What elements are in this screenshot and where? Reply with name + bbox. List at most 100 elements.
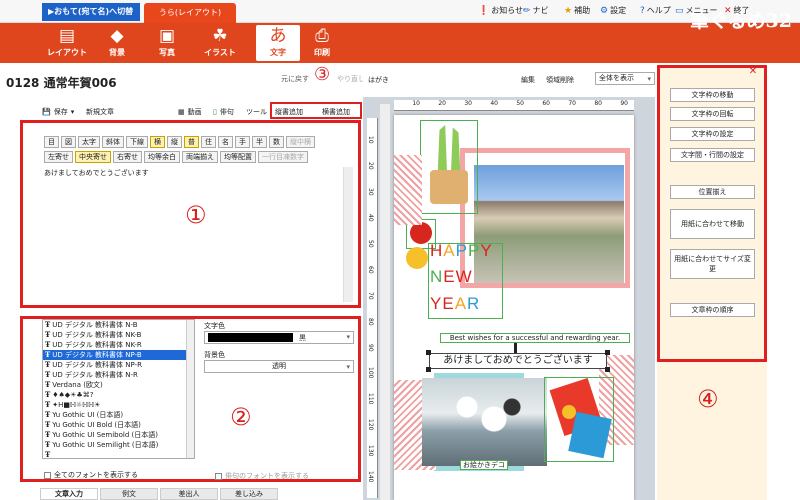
close-icon[interactable]: ✕ xyxy=(748,67,758,77)
font-list-item[interactable]: Ŧ UD デジタル 教科書体 NK-R xyxy=(43,340,194,350)
zoom-select[interactable]: 全体を表示 ▾ xyxy=(595,72,655,85)
format-button[interactable]: 手 xyxy=(235,136,250,148)
resize-handle[interactable] xyxy=(605,350,610,355)
font-list-item[interactable]: Ŧ UD デジタル 教科書体 N-B xyxy=(43,320,194,330)
bottom-tab[interactable]: 文章入力 xyxy=(40,488,98,500)
redo-button[interactable]: やり直し xyxy=(337,74,365,84)
resize-handle[interactable] xyxy=(426,367,431,372)
english-greeting[interactable]: Best wishes for a successful and rewardi… xyxy=(440,333,630,343)
undo-button[interactable]: 元に戻す xyxy=(281,74,309,84)
format-button[interactable]: 数 xyxy=(269,136,284,148)
rotate-handle[interactable] xyxy=(514,343,517,353)
horizontal-add-button[interactable]: 横書追加 xyxy=(322,107,350,117)
font-name: UD デジタル 教科書体 NK-R xyxy=(52,341,142,349)
truetype-icon: Ŧ xyxy=(45,380,51,389)
letter: Y xyxy=(480,241,493,260)
font-list-item[interactable]: Ŧ UD デジタル 教科書体 NP-R xyxy=(43,360,194,370)
frame-action-button[interactable]: 文字枠の設定 xyxy=(670,127,755,141)
font-list[interactable]: Ŧ UD デジタル 教科書体 N-B Ŧ UD デジタル 教科書体 NK-B Ŧ UD デ… xyxy=(42,319,195,459)
switch-front-button[interactable]: ▶おもて(宛て名)へ切替 xyxy=(42,3,140,21)
text-scrollbar[interactable] xyxy=(343,167,353,302)
save-button[interactable]: 💾 保存 ▾ xyxy=(42,107,74,117)
postcard-canvas[interactable]: HAPPY NEW YEAR Best wishes for a success… xyxy=(394,115,634,500)
font-list-item[interactable]: Ŧ Yu Gothic UI Semilight (日本語) xyxy=(43,440,194,450)
tab-layout[interactable]: うら(レイアウト) xyxy=(144,3,236,23)
toolbar-text-button[interactable]: あ文字 xyxy=(256,25,300,61)
frame-action-button[interactable]: 用紙に合わせて移動 xyxy=(670,209,755,239)
font-list-scrollbar[interactable] xyxy=(186,320,194,458)
help-link-label: ヘルプ xyxy=(646,6,671,15)
frame-action-button[interactable]: 位置揃え xyxy=(670,185,755,199)
resize-handle[interactable] xyxy=(605,367,610,372)
bg-color-select[interactable]: 透明 ▾ xyxy=(204,360,354,373)
font-list-item[interactable]: Ŧ ✦H■ℍ☼ℍℍ☀ xyxy=(43,400,194,410)
format-button[interactable]: 目 xyxy=(44,136,59,148)
align-button[interactable]: 左寄せ xyxy=(44,151,73,163)
font-list-item[interactable]: Ŧ Yu Gothic UI Bold (日本語) xyxy=(43,420,194,430)
help-link[interactable]: ? ヘルプ xyxy=(640,5,671,16)
japanese-greeting-selected[interactable]: あけましておめでとうございます xyxy=(429,353,607,369)
exit-link[interactable]: ✕ 終了 xyxy=(724,5,750,16)
font-list-item[interactable]: Ŧ ♦♠◆☀♣⌘? xyxy=(43,390,194,400)
toolbar-layout-button[interactable]: ▤ レイアウト xyxy=(45,25,89,61)
font-list-item[interactable]: Ŧ Yu Gothic UI (日本語) xyxy=(43,410,194,420)
news-link[interactable]: ❗ お知らせ xyxy=(478,5,523,16)
chevron-down-icon: ▾ xyxy=(346,333,350,341)
format-button[interactable]: 縦中横 xyxy=(286,136,315,148)
frame-action-button[interactable]: 文字枠の回転 xyxy=(670,107,755,121)
font-list-item[interactable]: Ŧ UD デジタル 教科書体 NP-B xyxy=(43,350,194,360)
font-list-item[interactable]: Ŧ Yu Gothic UI Semibold (日本語) xyxy=(43,430,194,440)
settings-link[interactable]: ⚙ 設定 xyxy=(600,5,626,16)
format-button[interactable]: 縦 xyxy=(167,136,182,148)
toolbar-background-button[interactable]: ◆ 背景 xyxy=(95,25,139,61)
frame-action-button[interactable]: 文字枠の移動 xyxy=(670,88,755,102)
video-button[interactable]: ▦ 動画 xyxy=(178,107,202,117)
font-list-item[interactable]: Ŧ UD デジタル 教科書体 NK-B xyxy=(43,330,194,340)
toolbar-print-button[interactable]: ⎙ 印刷 xyxy=(300,25,344,61)
canvas-vertical-scrollbar[interactable] xyxy=(380,104,390,500)
align-button[interactable]: 中央寄せ xyxy=(75,151,111,163)
format-button[interactable]: 横 xyxy=(150,136,165,148)
menu-link[interactable]: ▭ メニュー xyxy=(675,5,718,16)
text-input-area[interactable]: あけましておめでとうございます xyxy=(44,166,344,300)
show-all-fonts-checkbox[interactable]: 全てのフォントを表示する xyxy=(44,470,138,480)
haiku-button[interactable]: ▯ 俳句 xyxy=(213,107,234,117)
edit-menu[interactable]: 編集 xyxy=(521,75,535,85)
format-button[interactable]: 下線 xyxy=(126,136,148,148)
bottom-tab[interactable]: 差し込み xyxy=(220,488,278,500)
resize-handle[interactable] xyxy=(426,350,431,355)
toolbar-illustration-button[interactable]: ☘ イラスト xyxy=(198,25,242,61)
font-list-item[interactable]: Ŧ Verdana (欧文) xyxy=(43,380,194,390)
vertical-add-button[interactable]: 縦書追加 xyxy=(275,107,303,117)
area-delete-button[interactable]: 領域削除 xyxy=(546,75,574,85)
caption-label[interactable]: お絵かきデコ xyxy=(460,460,508,470)
assist-link[interactable]: ★ 補助 xyxy=(564,5,590,16)
help-icon: ? xyxy=(640,5,645,16)
align-button[interactable]: 均等配置 xyxy=(220,151,256,163)
bottom-tab[interactable]: 例文 xyxy=(100,488,158,500)
format-button[interactable]: 半 xyxy=(252,136,267,148)
bottom-tab[interactable]: 差出人 xyxy=(160,488,218,500)
navi-link[interactable]: ✏ ナビ xyxy=(523,5,549,16)
font-list-item[interactable]: Ŧ UD デジタル 教科書体 N-R xyxy=(43,370,194,380)
align-button[interactable]: 右寄せ xyxy=(113,151,142,163)
format-button[interactable]: 普 xyxy=(184,136,199,148)
align-button[interactable]: 均等余白 xyxy=(144,151,180,163)
format-button[interactable]: 太字 xyxy=(78,136,100,148)
happy-text: HAPPY xyxy=(430,241,493,261)
font-list-item[interactable]: Ŧ xyxy=(43,450,194,458)
new-text-button[interactable]: 新規文章 xyxy=(86,107,114,117)
align-button[interactable]: 一行目凍数字 xyxy=(258,151,308,163)
format-button[interactable]: 名 xyxy=(218,136,233,148)
ruler-horizontal: 10 20 30 40 50 60 70 80 90 xyxy=(394,100,634,111)
text-color-select[interactable]: 黒 ▾ xyxy=(204,331,354,344)
frame-action-button[interactable]: 文字間・行間の設定 xyxy=(670,148,755,162)
toolbar-photo-button[interactable]: ▣ 写真 xyxy=(145,25,189,61)
format-button[interactable]: 住 xyxy=(201,136,216,148)
tool-menu[interactable]: ツール xyxy=(246,107,267,117)
frame-action-button[interactable]: 用紙に合わせてサイズ変更 xyxy=(670,249,755,279)
frame-action-button[interactable]: 文章枠の順序 xyxy=(670,303,755,317)
format-button[interactable]: 図 xyxy=(61,136,76,148)
align-button[interactable]: 両端揃え xyxy=(182,151,218,163)
format-button[interactable]: 斜体 xyxy=(102,136,124,148)
